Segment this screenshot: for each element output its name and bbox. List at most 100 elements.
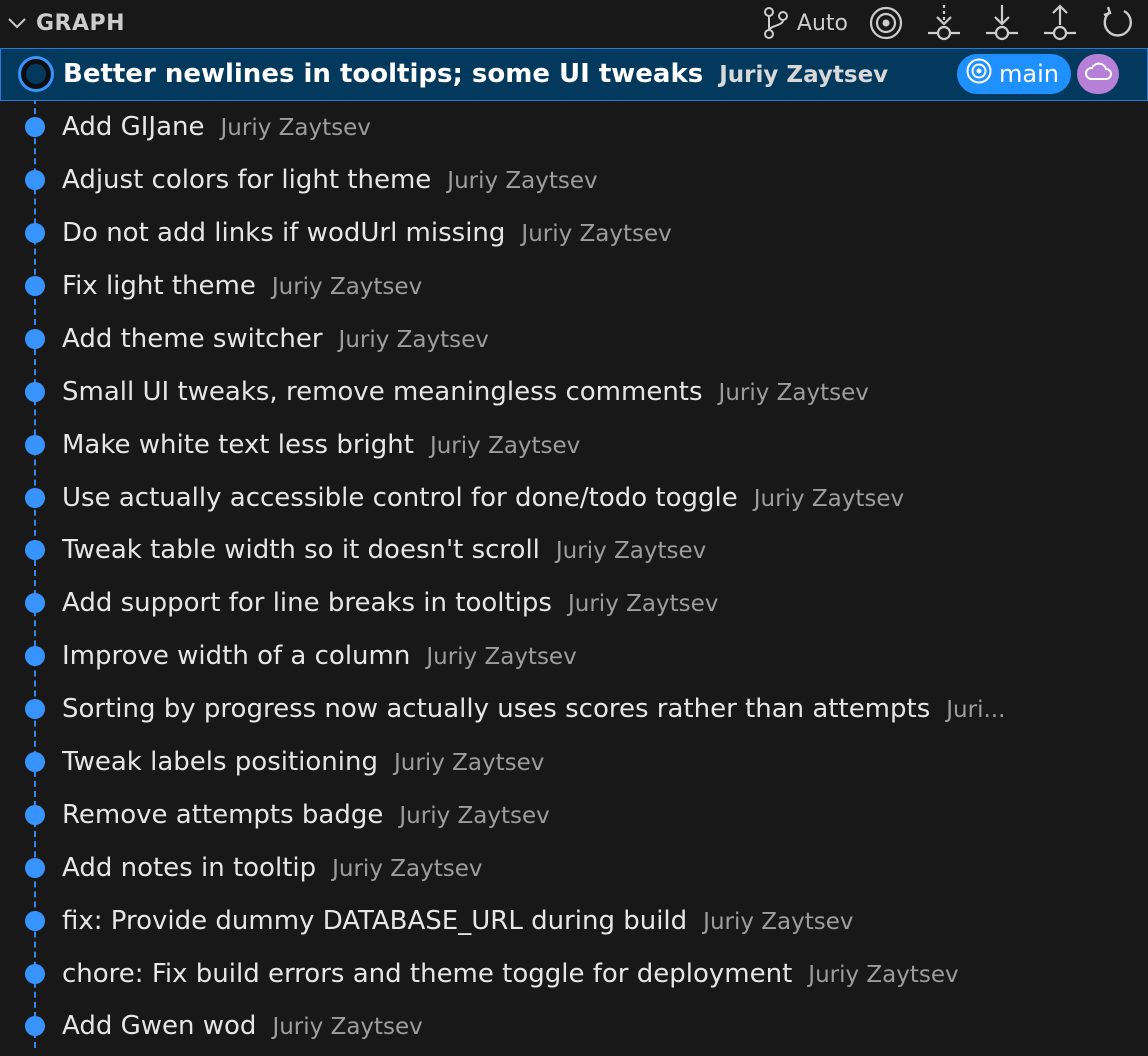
- commit-text: Add GIJane Juriy Zaytsev: [62, 112, 1114, 142]
- commit-message: Add Gwen wod: [62, 1011, 257, 1042]
- commit-row[interactable]: Fix light theme Juriy Zaytsev: [0, 260, 1148, 313]
- graph-section-toggle[interactable]: GRAPH: [0, 0, 125, 46]
- commit-author: Juri...: [946, 697, 1006, 724]
- commit-node: [25, 1016, 45, 1037]
- commit-message: Tweak table width so it doesn't scroll: [62, 535, 540, 566]
- commit-node: [25, 699, 45, 720]
- push-button[interactable]: [1040, 3, 1080, 43]
- commit-row[interactable]: Adjust colors for light theme Juriy Zayts…: [0, 154, 1148, 207]
- commit-node: [25, 752, 45, 773]
- commit-node: [25, 804, 45, 825]
- push-icon: [1042, 3, 1078, 43]
- refresh-button[interactable]: [1098, 3, 1138, 43]
- commit-row[interactable]: Add notes in tooltip Juriy Zaytsev: [0, 841, 1148, 894]
- commit-row[interactable]: Tweak labels positioning Juriy Zaytsev: [0, 736, 1148, 789]
- commit-row[interactable]: Use actually accessible control for done…: [0, 471, 1148, 524]
- go-to-current-button[interactable]: [866, 3, 906, 43]
- target-icon: [965, 57, 999, 91]
- commit-message: Fix light theme: [62, 271, 256, 301]
- commit-message: Tweak labels positioning: [62, 747, 378, 778]
- commit-text: Sorting by progress now actually uses sc…: [62, 694, 1114, 724]
- commit-node: [25, 646, 45, 667]
- commit-message: Add theme switcher: [62, 323, 323, 354]
- commit-node: [25, 117, 45, 138]
- cloud-icon: [1083, 60, 1113, 88]
- commit-refs: main: [957, 54, 1119, 95]
- commit-row[interactable]: Make white text less bright Juriy Zaytsev: [0, 418, 1148, 471]
- commit-text: Adjust colors for light theme Juriy Zayts…: [62, 165, 1114, 195]
- branch-name: main: [999, 60, 1059, 89]
- commit-node: [25, 223, 45, 244]
- remote-badge[interactable]: [1077, 54, 1119, 95]
- fetch-icon: [926, 3, 962, 43]
- fetch-button[interactable]: [924, 3, 964, 43]
- graph-section-title: GRAPH: [36, 10, 126, 36]
- commit-message: Add GIJane: [62, 112, 205, 143]
- chevron-down-icon: [6, 12, 28, 34]
- commit-row[interactable]: Add theme switcher Juriy Zaytsev: [0, 312, 1148, 365]
- commit-author: Juriy Zaytsev: [808, 961, 959, 988]
- refresh-icon: [1100, 5, 1136, 41]
- commit-author: Juriy Zaytsev: [272, 1014, 423, 1041]
- commit-graph-list: Better newlines in tooltips; some UI twe…: [0, 48, 1148, 1048]
- commit-row[interactable]: fix: Provide dummy DATABASE_URL during b…: [0, 894, 1148, 947]
- commit-text: Do not add links if wodUrl missing Juriy …: [62, 218, 1114, 248]
- commit-row[interactable]: Do not add links if wodUrl missing Juriy …: [0, 207, 1148, 260]
- branch-badge-main[interactable]: main: [957, 54, 1071, 95]
- commit-author: Juriy Zaytsev: [271, 274, 423, 300]
- commit-author: Juriy Zaytsev: [703, 908, 854, 935]
- commit-text: Improve width of a column Juriy Zaytsev: [62, 641, 1114, 671]
- commit-text: Add theme switcher Juriy Zaytsev: [62, 324, 1114, 354]
- commit-message: Improve width of a column: [62, 641, 411, 672]
- git-branch-icon: [763, 6, 789, 40]
- commit-author: Juriy Zaytsev: [567, 591, 719, 618]
- pull-icon: [984, 3, 1020, 43]
- commit-node: [25, 593, 45, 614]
- commit-row[interactable]: Add Gwen wod Juriy Zaytsev: [0, 1000, 1148, 1048]
- commit-message: Remove attempts badge: [62, 799, 384, 830]
- commit-row[interactable]: Add GIJane Juriy Zaytsev: [0, 101, 1148, 154]
- commit-text: Small UI tweaks, remove meaningless comm…: [62, 377, 1114, 407]
- commit-row[interactable]: Remove attempts badge Juriy Zaytsev: [0, 788, 1148, 841]
- commit-message: fix: Provide dummy DATABASE_URL during b…: [62, 905, 688, 936]
- commit-row[interactable]: Improve width of a column Juriy Zaytsev: [0, 630, 1148, 683]
- commit-node: [25, 910, 45, 931]
- commit-text: Add support for line breaks in tooltips J…: [62, 588, 1114, 618]
- commit-node: [25, 434, 45, 455]
- auto-branch-filter-button[interactable]: Auto: [763, 3, 848, 43]
- commit-author: Juriy Zaytsev: [220, 115, 371, 142]
- commit-text: Add Gwen wod Juriy Zaytsev: [62, 1011, 1114, 1041]
- commit-text: Make white text less bright Juriy Zaytsev: [62, 430, 1114, 460]
- commit-row[interactable]: Tweak table width so it doesn't scroll Ju…: [0, 524, 1148, 577]
- commit-author: Juriy Zaytsev: [555, 538, 707, 565]
- commit-message: Add notes in tooltip: [62, 852, 317, 883]
- commit-row[interactable]: Sorting by progress now actually uses sc…: [0, 683, 1148, 736]
- auto-label: Auto: [796, 10, 848, 36]
- commit-node: [25, 963, 45, 984]
- commit-message: Use actually accessible control for done…: [62, 482, 738, 513]
- commit-author: Juriy Zaytsev: [399, 802, 550, 829]
- commit-node: [25, 328, 45, 349]
- commit-message: Adjust colors for light theme: [62, 165, 432, 196]
- commit-row-selected[interactable]: Better newlines in tooltips; some UI twe…: [0, 48, 1148, 101]
- commit-message: Make white text less bright: [62, 429, 414, 460]
- commit-node: [25, 170, 45, 191]
- commit-author: Juriy Zaytsev: [332, 855, 483, 882]
- commit-node-head: [21, 59, 51, 90]
- commit-node: [25, 381, 45, 402]
- commit-text: chore: Fix build errors and theme toggle…: [62, 959, 1114, 989]
- commit-message: Sorting by progress now actually uses sc…: [62, 694, 931, 725]
- commit-message: Add support for line breaks in tooltips: [62, 588, 552, 619]
- commit-text: Fix light theme Juriy Zaytsev: [62, 271, 1114, 301]
- commit-row[interactable]: chore: Fix build errors and theme toggle…: [0, 947, 1148, 1000]
- commit-row[interactable]: Small UI tweaks, remove meaningless comm…: [0, 365, 1148, 418]
- commit-row[interactable]: Add support for line breaks in tooltips J…: [0, 577, 1148, 630]
- commit-message: chore: Fix build errors and theme toggle…: [62, 958, 793, 989]
- commit-text: Tweak table width so it doesn't scroll Ju…: [62, 535, 1114, 565]
- commit-author: Juriy Zaytsev: [521, 221, 672, 248]
- commit-author: Juriy Zaytsev: [753, 485, 905, 512]
- commit-node: [25, 487, 45, 508]
- target-icon: [868, 5, 904, 41]
- pull-button[interactable]: [982, 3, 1022, 43]
- graph-panel-header: GRAPH Auto: [0, 0, 1148, 46]
